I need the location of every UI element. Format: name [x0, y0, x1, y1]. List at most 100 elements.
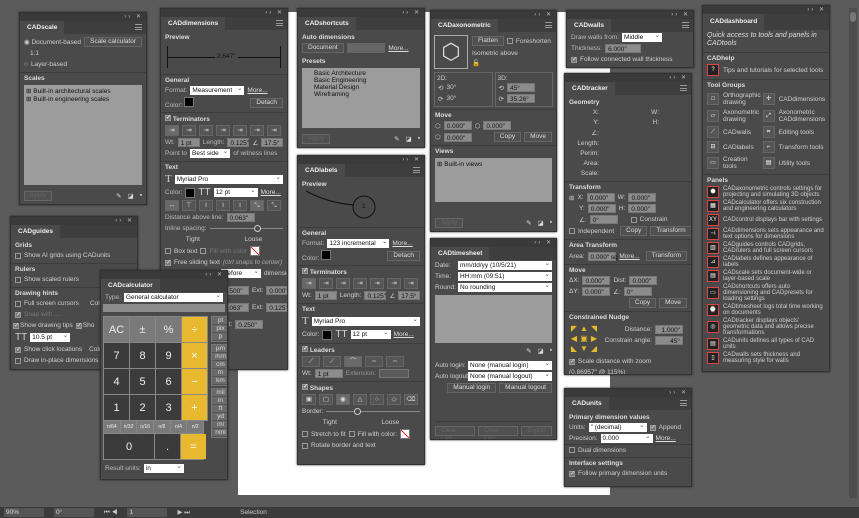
text-position-icon[interactable]: I [233, 200, 247, 211]
delete-icon[interactable]: ▪ [418, 135, 420, 143]
text-position-icon[interactable]: ⤡ [250, 200, 264, 211]
dashboard-panel-item[interactable]: XY CADcontrol displays bar with settings [703, 213, 829, 227]
time-format-select[interactable]: HH:mm (09:51) [458, 272, 552, 281]
panel-header[interactable]: ›› ✕ [11, 217, 137, 225]
pencil-icon[interactable]: ✎ [394, 135, 399, 143]
text-color-swatch[interactable] [322, 329, 333, 340]
tool-group-item[interactable]: ⤢ Axonometric CADdimensions [762, 109, 825, 123]
more-link[interactable]: More... [247, 87, 267, 94]
lock-icon[interactable]: 🔓 [472, 59, 551, 67]
format-select[interactable]: 123 incremental [327, 239, 390, 248]
apply-button[interactable]: Apply [435, 218, 464, 228]
text-position-icon[interactable]: ⤡ [267, 200, 281, 211]
rotation-select[interactable]: 0° [54, 508, 94, 517]
terminator-icon[interactable]: ⇥ [319, 278, 333, 289]
unit-button[interactable]: mi [212, 421, 227, 429]
move-button[interactable]: Move [659, 298, 687, 308]
tool-group-item[interactable]: ✢ CADdimensions [762, 92, 825, 106]
fill-color-swatch[interactable] [400, 429, 411, 439]
apply-button[interactable]: Apply [24, 191, 53, 201]
round-select[interactable]: No rounding [458, 283, 552, 292]
panel-header[interactable]: ›› ✕ [431, 11, 556, 19]
calc-key[interactable]: AC [104, 317, 129, 342]
unit-button[interactable]: mil [212, 389, 227, 397]
dashboard-panel-item[interactable]: ▤ CADscale sets document-wide or layer-ba… [703, 269, 829, 283]
calc-key[interactable]: % [156, 317, 181, 342]
shape-circle-icon[interactable]: ◉ [336, 394, 350, 405]
tool-group-item[interactable]: ▱ Axonometric drawing [707, 109, 761, 123]
dx-field[interactable]: 0.000" [582, 276, 611, 285]
auto-logout-select[interactable]: None (manual logout) [468, 372, 552, 381]
pencil-icon[interactable]: ✎ [116, 192, 121, 200]
terminator-icon[interactable]: ⇥ [387, 278, 401, 289]
w-field[interactable]: 0.000" [628, 193, 657, 202]
leader-style-icon[interactable]: ∼ [365, 356, 383, 367]
move-y-field[interactable]: 0.000" [483, 121, 512, 130]
text-position-icon[interactable]: I [216, 200, 230, 211]
text-position-icon[interactable]: ↔ [165, 200, 179, 211]
nudge-distance-field[interactable]: 1.000" [655, 325, 683, 334]
fraction-key[interactable]: n/64 [104, 421, 120, 433]
constrain-checkbox[interactable]: Constrain [640, 216, 668, 223]
append-checkbox[interactable]: Append [659, 424, 681, 431]
list-item[interactable]: Material Design [314, 84, 418, 91]
tab-cadwalls[interactable]: CADwalls [567, 19, 611, 32]
angle-field[interactable]: 45° [506, 83, 535, 92]
detach-button[interactable]: Detach [387, 251, 420, 261]
dashboard-panel-item[interactable]: ◎ CADtracker displays objects' geometric … [703, 317, 829, 337]
draw-walls-select[interactable]: Middle [622, 33, 663, 42]
angle-field[interactable]: 35.26° [506, 94, 535, 103]
panel-header[interactable]: ›› ✕ [567, 11, 693, 19]
angle-field[interactable]: 17.5° [261, 138, 284, 147]
clear-log-button[interactable]: Clear Log [435, 426, 476, 439]
panel-header[interactable]: ›› ✕ [161, 9, 287, 17]
length-field[interactable]: 0.125" [227, 138, 250, 147]
tab-cadguides[interactable]: CADguides [11, 225, 61, 238]
tool-group-item[interactable]: ▭ Creation tools [707, 156, 761, 170]
tab-cadcalculator[interactable]: CADcalculator [101, 279, 160, 292]
tool-group-item[interactable]: ⌐ Transform tools [762, 141, 826, 153]
leader-style-icon[interactable]: ∼ [386, 356, 404, 367]
delete-icon[interactable]: ▪ [550, 347, 552, 355]
dashboard-panel-item[interactable]: ⊿ CADlabels defines appearance of labels [703, 255, 829, 269]
new-icon[interactable]: ◪ [406, 135, 412, 143]
transform-button[interactable]: Transform [650, 226, 691, 236]
independent-checkbox[interactable]: Independent [578, 228, 614, 235]
color-swatch[interactable] [321, 250, 332, 260]
menu-icon[interactable] [680, 85, 687, 91]
leader-weight-field[interactable]: 1 pt [314, 369, 343, 378]
calc-key[interactable]: 6 [156, 369, 181, 394]
terminator-icon[interactable]: ⇥ [165, 125, 179, 136]
ext-field[interactable]: 0.000" [266, 286, 287, 295]
pencil-icon[interactable]: ✎ [526, 219, 531, 227]
shape-octagon-icon[interactable]: ○ [370, 394, 384, 405]
unit-button[interactable]: cm [212, 361, 227, 369]
prev-artboard-button[interactable]: ⏮ ◀ [104, 509, 117, 517]
panel-header[interactable]: ›› ✕ [20, 13, 146, 21]
delete-icon[interactable]: ▪ [550, 219, 552, 227]
font-size-select[interactable]: 12 pt [213, 188, 258, 197]
text-position-icon[interactable]: ⊤ [182, 200, 196, 211]
unit-button[interactable]: p [212, 333, 227, 341]
copy-button[interactable]: Copy [493, 132, 522, 142]
foreshorten-checkbox[interactable]: Foreshorten [516, 38, 551, 45]
calc-key[interactable]: 3 [156, 395, 181, 420]
point-to-select[interactable]: Best side [190, 149, 231, 158]
show-hints-checkbox[interactable]: Sho [83, 322, 95, 329]
menu-icon[interactable] [276, 20, 283, 26]
menu-icon[interactable] [682, 22, 689, 28]
calc-key[interactable]: × [182, 343, 207, 368]
apply-button[interactable]: Apply [302, 134, 331, 144]
more-link[interactable]: More... [388, 45, 408, 52]
unit-button[interactable]: ft [212, 405, 227, 413]
calc-key[interactable]: 1 [104, 395, 129, 420]
copy-button[interactable]: Copy [620, 226, 648, 236]
text-color-swatch[interactable] [185, 187, 196, 198]
tab-cadtimesheet[interactable]: CADtimesheet [431, 247, 490, 260]
full-cursors-checkbox[interactable]: Full screen cursors [24, 300, 79, 307]
scale-calculator-button[interactable]: Scale calculator [84, 37, 142, 47]
pencil-icon[interactable]: ✎ [526, 347, 531, 355]
key-decimal[interactable]: . [155, 434, 180, 459]
calculator-type-select[interactable]: General calculator [123, 293, 223, 302]
snap-checkbox[interactable]: Snap with ... [24, 311, 60, 318]
